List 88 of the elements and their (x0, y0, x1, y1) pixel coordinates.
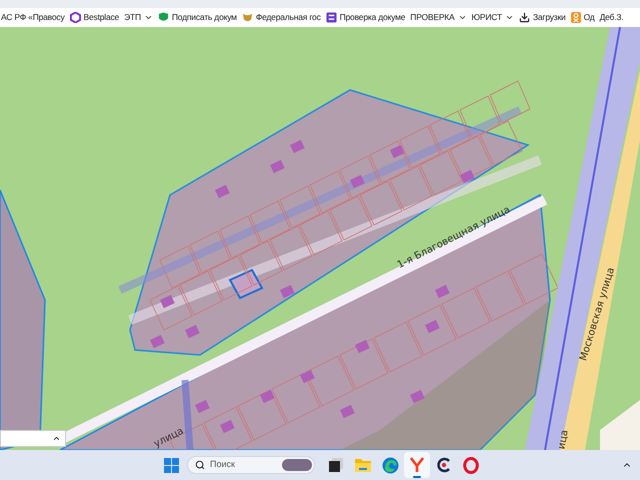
lot-boundary (299, 210, 343, 256)
building (300, 370, 315, 384)
bookmark-link[interactable]: Деб.З. (600, 11, 624, 24)
hexagon-icon (70, 12, 81, 23)
lot-boundary (459, 95, 501, 139)
bookmark-link[interactable]: Проверка докуме (326, 11, 406, 24)
lot-boundary (249, 200, 291, 244)
building (355, 340, 370, 354)
lot-boundary (419, 150, 463, 196)
building (290, 140, 305, 154)
building (150, 334, 165, 348)
building-area (600, 400, 640, 450)
bookmark-link[interactable]: Од (570, 11, 595, 24)
lot-boundary (399, 125, 441, 169)
lot-boundary (373, 321, 423, 373)
browser-swirl-icon (382, 456, 398, 474)
lot-boundary (179, 270, 223, 316)
bookmark-link[interactable]: Подписать докум (158, 11, 237, 24)
lot-boundary (269, 225, 313, 271)
lot-boundary (305, 355, 355, 407)
building (260, 390, 275, 404)
bookmark-link[interactable]: ЮРИСТ (472, 11, 514, 24)
bookmark-link[interactable]: АС РФ «Правосу (1, 11, 65, 24)
lot-boundary (209, 255, 253, 301)
building (185, 324, 200, 338)
lot-boundary (237, 389, 287, 441)
lot-boundary (159, 245, 201, 289)
lot-boundary (369, 140, 411, 184)
lot-boundary (475, 270, 525, 322)
lot-boundary (219, 215, 261, 259)
selected-lot (228, 268, 264, 300)
zoom-select-field[interactable] (0, 430, 66, 447)
lot-boundary (271, 372, 321, 424)
search-placeholder: Поиск (210, 458, 235, 472)
lot-boundary (407, 304, 457, 356)
path-strip (182, 380, 194, 450)
lot-boundary (429, 110, 471, 154)
lot-boundary (309, 170, 351, 214)
windows-logo-icon (164, 458, 179, 472)
search-icon (195, 460, 205, 470)
bookmark-link[interactable]: ПРОВЕРКА (410, 11, 467, 24)
lot-boundary (441, 287, 491, 339)
bookmark-link[interactable]: ЭТП (124, 11, 153, 24)
emblem-icon (242, 12, 253, 23)
lot-boundary (479, 120, 523, 166)
lot-boundary (279, 185, 321, 229)
building (410, 390, 425, 404)
lot-boundary (389, 165, 433, 211)
checklist-icon (326, 12, 337, 23)
window-stack-icon (328, 457, 344, 473)
bookmark-link[interactable]: Загрузки (518, 11, 566, 24)
building (270, 160, 285, 174)
street-label: ица (556, 429, 571, 450)
building (350, 174, 365, 188)
bookmark-link[interactable]: Bestplace (70, 11, 120, 24)
shield-icon (158, 12, 169, 23)
chevron-down-icon (458, 13, 467, 22)
lot-boundary (329, 195, 373, 241)
chevron-up-icon (52, 434, 61, 443)
building (280, 284, 295, 298)
y-letter-icon (410, 457, 424, 473)
building (425, 320, 440, 334)
lot-boundary (359, 180, 403, 226)
building (340, 404, 355, 418)
lot-boundary (339, 338, 389, 390)
building (390, 144, 405, 158)
building (220, 420, 235, 434)
building (195, 400, 210, 414)
taskbar-search-field[interactable]: Поиск (187, 456, 315, 474)
opera-o-icon (463, 456, 479, 474)
building (215, 184, 230, 198)
ok-icon (570, 12, 581, 23)
lot-boundary (189, 230, 231, 274)
folder-icon (354, 457, 372, 473)
chevron-down-icon (144, 13, 153, 22)
chevron-down-icon (504, 13, 514, 22)
download-icon (518, 12, 530, 23)
lot-boundary (509, 253, 559, 305)
active-indicator (413, 476, 421, 478)
building (460, 170, 475, 184)
building (160, 294, 175, 308)
bookmark-link[interactable]: Федеральная гос (242, 11, 321, 24)
lot-boundary (489, 80, 531, 124)
lot-boundary (239, 240, 283, 286)
lot-boundary (339, 155, 381, 199)
c-ring-icon (436, 457, 452, 473)
landscape-thumbnail (282, 459, 312, 471)
lot-boundary (149, 285, 193, 331)
